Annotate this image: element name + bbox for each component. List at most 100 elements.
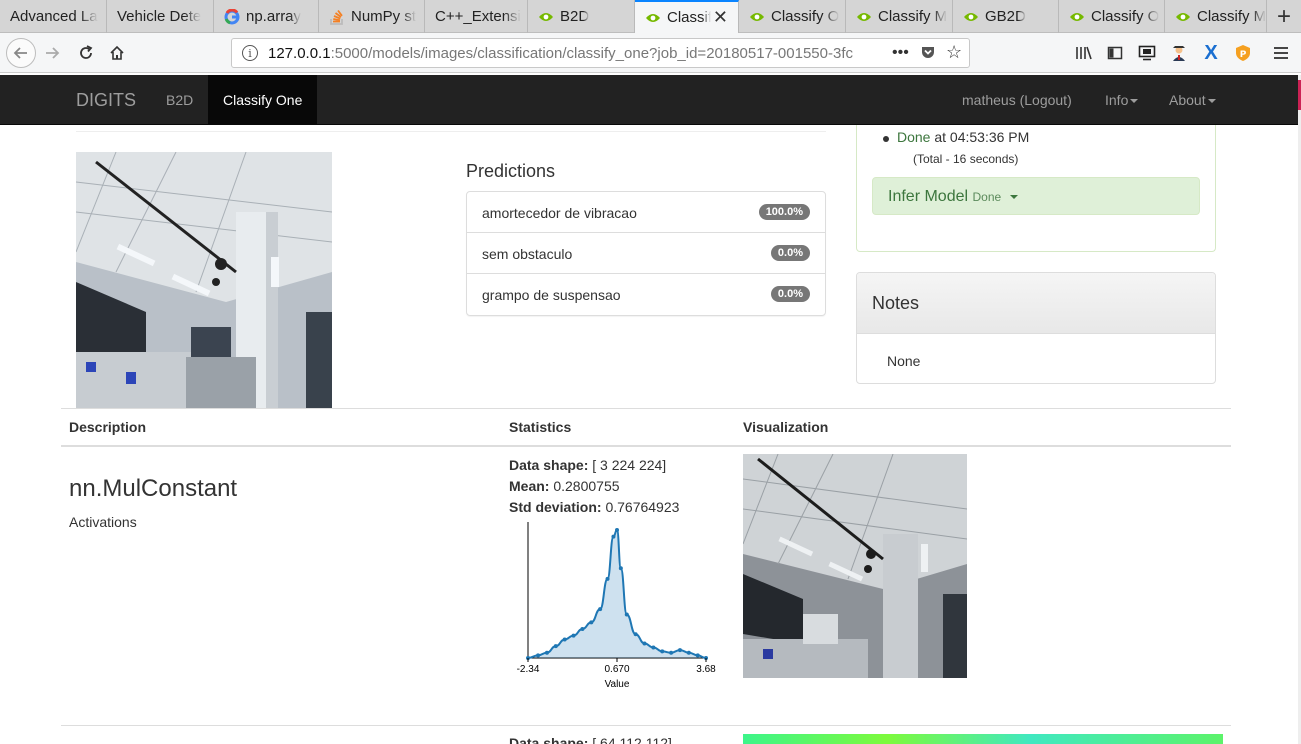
new-tab-button[interactable]: + xyxy=(1267,0,1301,33)
chevron-down-icon xyxy=(1130,99,1139,104)
mean-stat: Mean: 0.2800755 xyxy=(509,478,620,494)
histogram-point xyxy=(562,637,567,642)
notes-panel: Notes None xyxy=(856,272,1216,384)
nvidia-icon xyxy=(749,9,765,25)
infer-model-toggle[interactable]: Infer Model Done xyxy=(872,177,1200,215)
browser-tab[interactable]: Classify M xyxy=(1165,0,1267,33)
histogram-point xyxy=(536,653,541,658)
x-tick-label: 0.670 xyxy=(604,664,629,675)
histogram-point xyxy=(669,650,674,655)
browser-tab[interactable]: B2D xyxy=(528,0,635,33)
browser-tab[interactable]: GB2D xyxy=(953,0,1059,33)
x-tick-label: 3.68 xyxy=(696,664,716,675)
nav-item-b2d[interactable]: B2D xyxy=(151,75,208,125)
prediction-badge: 0.0% xyxy=(770,286,810,302)
browser-tab-active[interactable]: Classif ✕ xyxy=(635,0,739,33)
status-line: Done at 04:53:36 PM xyxy=(883,129,1029,145)
histogram-area xyxy=(528,530,706,658)
nvidia-icon xyxy=(538,9,554,25)
forward-arrow-icon xyxy=(46,47,60,59)
address-bar[interactable]: i 127.0.0.1:5000/models/images/classific… xyxy=(231,38,970,68)
histogram-point xyxy=(642,641,647,646)
x-extension-icon[interactable]: X xyxy=(1197,39,1225,67)
histogram-point xyxy=(624,612,629,617)
svg-text:P: P xyxy=(1240,50,1247,60)
browser-toolbar: i 127.0.0.1:5000/models/images/classific… xyxy=(0,33,1301,73)
brave-extension-button[interactable]: P xyxy=(1229,39,1257,67)
tab-label: Classify O xyxy=(1091,8,1160,25)
more-actions-icon[interactable]: ••• xyxy=(892,44,909,62)
list-item: amortecedor de vibracao 100.0% xyxy=(467,192,825,233)
tab-label: C++_Extensi xyxy=(435,8,521,25)
histogram-point xyxy=(660,649,665,654)
nvidia-icon xyxy=(856,9,872,25)
home-button[interactable] xyxy=(103,39,131,67)
library-button[interactable] xyxy=(1070,39,1098,67)
nvidia-icon xyxy=(645,10,661,26)
divider xyxy=(61,408,1231,409)
monitor-icon xyxy=(1138,45,1156,61)
tab-label: np.array xyxy=(246,8,302,25)
browser-tab[interactable]: C++_Extensi xyxy=(425,0,528,33)
screenshot-button[interactable] xyxy=(1133,39,1161,67)
column-header-description: Description xyxy=(69,419,147,435)
nvidia-icon xyxy=(1175,9,1191,25)
browser-tab-strip: Advanced La Vehicle Dete np.array NumPy … xyxy=(0,0,1301,33)
histogram-point xyxy=(677,648,682,653)
prediction-label: sem obstaculo xyxy=(482,246,573,262)
back-arrow-icon xyxy=(13,47,27,59)
predictions-title: Predictions xyxy=(466,161,556,181)
browser-tab[interactable]: Classify M xyxy=(846,0,953,33)
browser-tab[interactable]: Vehicle Dete xyxy=(107,0,214,33)
histogram-point xyxy=(605,576,610,581)
tab-label: Advanced La xyxy=(10,8,98,25)
user-logout-link[interactable]: matheus (Logout) xyxy=(947,75,1087,125)
about-menu[interactable]: About xyxy=(1154,75,1231,125)
chevron-down-icon xyxy=(1009,194,1018,199)
histogram-point xyxy=(651,645,656,650)
browser-tab[interactable]: Classify O xyxy=(739,0,846,33)
predictions-list: amortecedor de vibracao 100.0% sem obsta… xyxy=(466,191,826,316)
std-stat: Std deviation: 0.76764923 xyxy=(509,499,680,515)
activation-histogram: -2.34 0.670 3.68 Value xyxy=(517,522,716,690)
hamburger-menu-button[interactable] xyxy=(1267,39,1295,67)
nav-item-classify-one[interactable]: Classify One xyxy=(208,75,318,125)
close-tab-icon[interactable]: ✕ xyxy=(713,7,728,28)
forward-button[interactable] xyxy=(38,39,66,67)
site-info-icon[interactable]: i xyxy=(242,45,258,61)
prediction-badge: 0.0% xyxy=(770,245,810,261)
extension-button[interactable] xyxy=(1165,39,1193,67)
notes-body: None xyxy=(887,353,921,369)
home-icon xyxy=(110,45,124,60)
histogram-point xyxy=(618,566,623,571)
tab-label: Classif xyxy=(667,9,711,26)
histogram-point xyxy=(544,650,549,655)
sidebar-button[interactable] xyxy=(1101,39,1129,67)
browser-tab[interactable]: np.array xyxy=(214,0,319,33)
browser-tab[interactable]: NumPy st xyxy=(319,0,425,33)
pocket-icon[interactable] xyxy=(920,44,936,65)
histogram-point xyxy=(633,632,638,637)
browser-tab[interactable]: Advanced La xyxy=(0,0,107,33)
list-item: sem obstaculo 0.0% xyxy=(467,233,825,274)
sidebar-icon xyxy=(1107,46,1123,60)
status-done: Done xyxy=(897,129,931,145)
histogram-point xyxy=(589,620,594,625)
url-text: 127.0.0.1:5000/models/images/classificat… xyxy=(268,44,853,62)
nvidia-icon xyxy=(963,9,979,25)
input-image xyxy=(76,152,332,408)
info-menu[interactable]: Info xyxy=(1090,75,1153,125)
prediction-label: amortecedor de vibracao xyxy=(482,205,637,221)
back-button[interactable] xyxy=(6,38,36,68)
histogram-point xyxy=(553,644,558,649)
divider xyxy=(61,725,1231,726)
spy-extension-icon xyxy=(1173,46,1185,61)
browser-tab[interactable]: Classify O xyxy=(1059,0,1165,33)
tab-label: NumPy st xyxy=(351,8,417,25)
x-tick-label: -2.34 xyxy=(517,664,540,675)
brand-logo[interactable]: DIGITS xyxy=(76,75,136,125)
infer-model-label: Infer Model xyxy=(888,188,969,205)
reload-button[interactable] xyxy=(72,39,100,67)
bookmark-star-icon[interactable]: ☆ xyxy=(946,42,962,63)
column-header-statistics: Statistics xyxy=(509,419,572,435)
